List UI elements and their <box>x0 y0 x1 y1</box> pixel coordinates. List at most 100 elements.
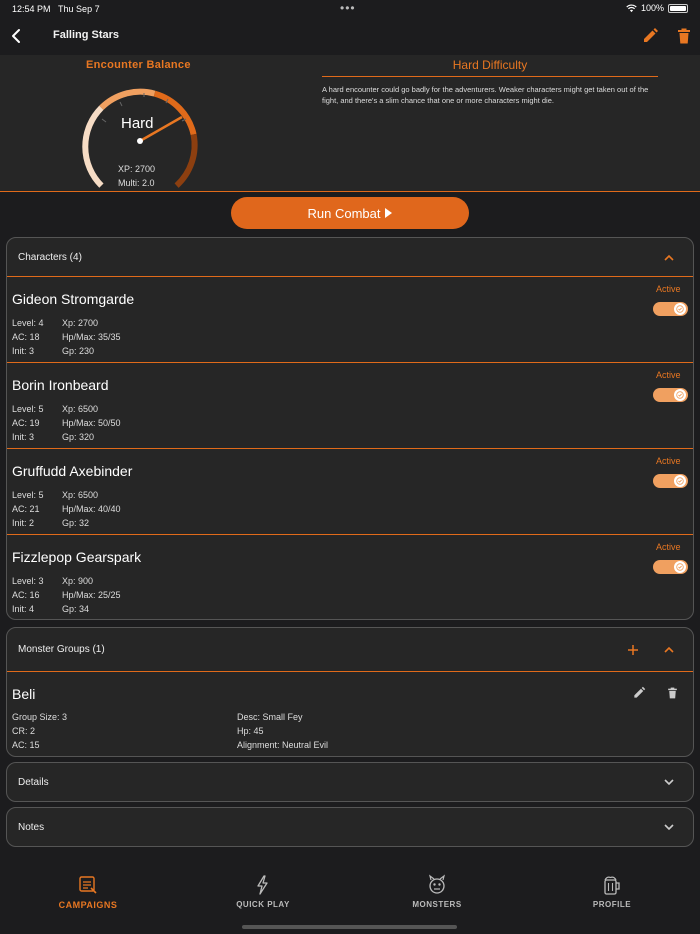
character-name: Gideon Stromgarde <box>12 291 135 307</box>
wifi-icon <box>626 4 637 12</box>
monster-icon <box>429 874 445 894</box>
character-name: Borin Ironbeard <box>12 377 109 393</box>
play-icon <box>385 208 393 218</box>
run-combat-label: Run Combat <box>307 205 381 221</box>
character-xp: Xp: 6500 <box>62 490 99 500</box>
characters-title: Characters (4) <box>18 252 82 263</box>
character-init: Init: 3 <box>12 346 35 356</box>
details-section[interactable]: Details <box>6 762 694 802</box>
check-icon <box>676 305 684 313</box>
active-toggle[interactable] <box>653 302 688 316</box>
check-icon <box>676 391 684 399</box>
character-gp: Gp: 34 <box>62 604 90 614</box>
character-xp: Xp: 6500 <box>62 404 99 414</box>
active-label: Active <box>656 542 681 552</box>
character-level: Level: 3 <box>12 576 44 586</box>
character-init: Init: 3 <box>12 432 35 442</box>
character-name: Fizzlepop Gearspark <box>12 549 142 565</box>
battery-icon <box>668 3 688 13</box>
multitask-dots-icon[interactable]: ••• <box>340 1 356 15</box>
edit-pencil-icon[interactable] <box>641 27 659 45</box>
character-gp: Gp: 320 <box>62 432 95 442</box>
delete-trash-icon[interactable] <box>675 27 693 45</box>
character-ac: AC: 16 <box>12 590 40 600</box>
character-level: Level: 5 <box>12 404 44 414</box>
notes-section[interactable]: Notes <box>6 807 694 847</box>
character-ac: AC: 18 <box>12 332 40 342</box>
monster-groups-section: Monster Groups (1) Beli Group Size: 3 CR… <box>6 627 694 757</box>
tab-campaigns[interactable]: CAMPAIGNS <box>28 874 148 910</box>
character-hp: Hp/Max: 35/35 <box>62 332 121 342</box>
details-title: Details <box>18 777 49 788</box>
character-ac: AC: 21 <box>12 504 40 514</box>
active-toggle[interactable] <box>653 474 688 488</box>
character-row[interactable]: Fizzlepop Gearspark Level: 3 AC: 16 Init… <box>7 535 693 619</box>
tab-label: PROFILE <box>592 900 632 909</box>
monster-alignment: Alignment: Neutral Evil <box>237 740 329 750</box>
delete-trash-icon[interactable] <box>666 686 679 700</box>
chevron-up-icon[interactable] <box>663 645 675 655</box>
character-ac: AC: 19 <box>12 418 40 428</box>
character-hp: Hp/Max: 40/40 <box>62 504 121 514</box>
chevron-up-icon[interactable] <box>663 253 675 263</box>
status-bar: 12:54 PM Thu Sep 7 ••• 100% <box>0 0 700 18</box>
characters-header[interactable]: Characters (4) <box>7 238 693 277</box>
tab-label: CAMPAIGNS <box>58 900 118 910</box>
tab-label: QUICK PLAY <box>236 900 290 909</box>
monster-desc: Desc: Small Fey <box>237 712 303 722</box>
monster-groups-header[interactable]: Monster Groups (1) <box>7 628 693 672</box>
run-combat-button[interactable]: Run Combat <box>231 197 469 229</box>
battery-percent: 100% <box>640 3 664 13</box>
tab-profile[interactable]: PROFILE <box>552 874 672 909</box>
active-toggle[interactable] <box>653 388 688 402</box>
character-gp: Gp: 32 <box>62 518 90 528</box>
xp-multiplier: Multi: 2.0 <box>118 178 155 188</box>
edit-pencil-icon[interactable] <box>632 686 646 700</box>
tab-monsters[interactable]: MONSTERS <box>377 874 497 909</box>
nav-bar: Falling Stars <box>0 18 700 55</box>
back-chevron-icon[interactable] <box>8 26 26 46</box>
character-level: Level: 4 <box>12 318 44 328</box>
active-label: Active <box>656 370 681 380</box>
character-row[interactable]: Gideon Stromgarde Level: 4 AC: 18 Init: … <box>7 277 693 363</box>
characters-section: Characters (4) Gideon Stromgarde Level: … <box>6 237 694 620</box>
monster-group-size: Group Size: 3 <box>12 712 68 722</box>
status-right: 100% <box>626 3 688 13</box>
tab-label: MONSTERS <box>412 900 462 909</box>
character-row[interactable]: Borin Ironbeard Level: 5 AC: 19 Init: 3 … <box>7 363 693 449</box>
monster-groups-title: Monster Groups (1) <box>18 644 105 655</box>
monster-cr: CR: 2 <box>12 726 36 736</box>
encounter-balance-title: Encounter Balance <box>86 59 191 71</box>
tab-quick-play[interactable]: QUICK PLAY <box>203 874 323 909</box>
character-level: Level: 5 <box>12 490 44 500</box>
home-indicator[interactable] <box>242 925 457 929</box>
character-init: Init: 2 <box>12 518 35 528</box>
encounter-panel: Encounter Balance Hard XP: 2700 Multi: 2… <box>0 55 700 192</box>
active-label: Active <box>656 284 681 294</box>
plus-icon[interactable] <box>627 644 639 656</box>
check-icon <box>676 563 684 571</box>
character-xp: Xp: 900 <box>62 576 94 586</box>
character-init: Init: 4 <box>12 604 35 614</box>
character-hp: Hp/Max: 25/25 <box>62 590 121 600</box>
monster-ac: AC: 15 <box>12 740 40 750</box>
character-name: Gruffudd Axebinder <box>12 463 133 479</box>
notes-title: Notes <box>18 822 45 833</box>
active-label: Active <box>656 456 681 466</box>
lightning-icon <box>257 875 268 895</box>
difficulty-description: A hard encounter could go badly for the … <box>322 85 649 105</box>
chevron-down-icon[interactable] <box>663 822 675 832</box>
xp-total: XP: 2700 <box>118 164 156 174</box>
character-gp: Gp: 230 <box>62 346 95 356</box>
active-toggle[interactable] <box>653 560 688 574</box>
difficulty-label: Hard <box>121 115 154 132</box>
character-hp: Hp/Max: 50/50 <box>62 418 121 428</box>
check-icon <box>676 477 684 485</box>
tankard-icon <box>604 876 620 895</box>
character-xp: Xp: 2700 <box>62 318 99 328</box>
page-title: Falling Stars <box>53 29 120 41</box>
chevron-down-icon[interactable] <box>663 777 675 787</box>
monster-hp: Hp: 45 <box>237 726 264 736</box>
status-time: 12:54 PM Thu Sep 7 <box>12 4 100 14</box>
character-row[interactable]: Gruffudd Axebinder Level: 5 AC: 21 Init:… <box>7 449 693 535</box>
